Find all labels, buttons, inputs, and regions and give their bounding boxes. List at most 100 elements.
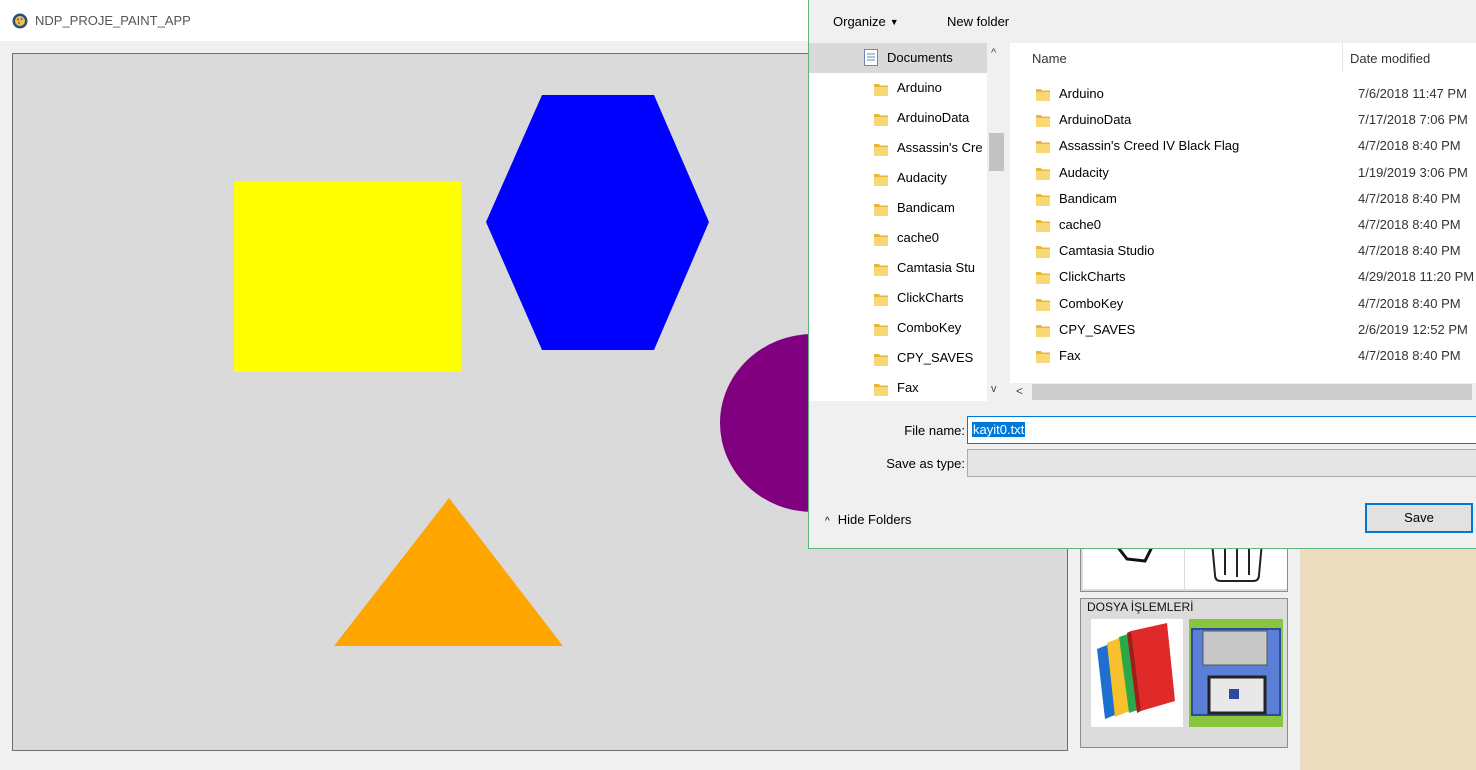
dialog-toolbar: Organize ▼ New folder — [809, 0, 1476, 43]
nav-item[interactable]: ComboKey — [809, 313, 987, 343]
file-name-input[interactable]: kayit0.txt — [967, 416, 1476, 444]
file-date-modified: 1/19/2019 3:06 PM — [1358, 164, 1468, 180]
nav-item[interactable]: Camtasia Stu — [809, 253, 987, 283]
nav-item[interactable]: Assassin's Cre — [809, 133, 987, 163]
file-row[interactable]: Camtasia Studio 4/7/2018 8:40 PM — [1010, 238, 1476, 264]
app-title: NDP_PROJE_PAINT_APP — [35, 13, 191, 28]
floppy-disk-icon — [1191, 628, 1281, 716]
chevron-up-icon[interactable]: ^ — [991, 47, 996, 59]
file-row[interactable]: ComboKey 4/7/2018 8:40 PM — [1010, 291, 1476, 317]
file-operations-title: DOSYA İŞLEMLERİ — [1087, 600, 1194, 614]
folder-icon — [874, 174, 888, 186]
nav-item-label: Fax — [897, 380, 919, 395]
chevron-down-icon[interactable]: v — [991, 383, 997, 395]
nav-item[interactable]: CPY_SAVES — [809, 343, 987, 373]
file-row[interactable]: ArduinoData 7/17/2018 7:06 PM — [1010, 107, 1476, 133]
nav-item[interactable]: ArduinoData — [809, 103, 987, 133]
folder-icon — [874, 294, 888, 306]
file-date-modified: 4/7/2018 8:40 PM — [1358, 295, 1461, 311]
hide-folders-button[interactable]: ^ Hide Folders — [825, 512, 911, 527]
file-date-modified: 7/17/2018 7:06 PM — [1358, 112, 1468, 128]
column-header-date-modified[interactable]: Date modified — [1350, 51, 1430, 81]
folder-icon — [874, 114, 888, 126]
folder-icon — [874, 234, 888, 246]
file-name: ArduinoData — [1059, 112, 1132, 128]
sort-ascending-icon: ^ — [1183, 43, 1189, 49]
file-date-modified: 4/7/2018 8:40 PM — [1358, 217, 1461, 232]
save-as-type-select[interactable] — [967, 449, 1476, 477]
file-name: CPY_SAVES — [1059, 321, 1136, 337]
folder-icon — [1036, 220, 1050, 232]
orange-triangle-shape[interactable] — [334, 498, 563, 646]
folder-icon — [1036, 193, 1050, 206]
nav-item-label: CPY_SAVES — [897, 350, 974, 365]
nav-scrollbar[interactable]: ^ v — [987, 43, 1006, 401]
file-row[interactable]: ClickCharts 4/29/2018 11:20 PM — [1010, 264, 1476, 290]
file-name-value: kayit0.txt — [972, 422, 1026, 437]
nav-item[interactable]: Fax — [809, 373, 987, 401]
folder-icon — [1036, 246, 1050, 259]
nav-item-label: Documents — [887, 50, 953, 65]
folder-icon — [1036, 167, 1050, 180]
file-list-horizontal-scrollbar[interactable]: < — [1010, 383, 1476, 401]
file-name-row: File name: kayit0.txt — [809, 416, 1476, 444]
nav-item[interactable]: Bandicam — [809, 193, 987, 223]
nav-item-label: ArduinoData — [897, 110, 970, 125]
nav-item-label: Camtasia Stu — [897, 260, 976, 275]
navigation-pane: Documents Arduino ArduinoData Assassin's C… — [809, 43, 1006, 401]
yellow-rectangle-shape[interactable] — [234, 181, 461, 372]
file-name: Fax — [1059, 348, 1081, 363]
file-date-modified: 7/6/2018 11:47 PM — [1358, 86, 1467, 101]
new-folder-button[interactable]: New folder — [947, 14, 1009, 29]
file-row[interactable]: Bandicam 4/7/2018 8:40 PM — [1010, 186, 1476, 212]
column-divider[interactable] — [1342, 43, 1343, 73]
save-button[interactable]: Save — [1365, 503, 1473, 533]
file-row[interactable]: Arduino 7/6/2018 11:47 PM — [1010, 81, 1476, 107]
chevron-up-icon: ^ — [825, 516, 830, 527]
nav-item[interactable]: cache0 — [809, 223, 987, 253]
open-file-button[interactable] — [1091, 619, 1183, 727]
file-row[interactable]: cache0 4/7/2018 8:40 PM — [1010, 212, 1476, 238]
folder-icon — [874, 354, 888, 366]
folder-icon — [874, 204, 888, 216]
file-date-modified: 4/29/2018 11:20 PM — [1358, 269, 1475, 285]
file-row[interactable]: CPY_SAVES 2/6/2019 12:52 PM — [1010, 317, 1476, 343]
hide-folders-label: Hide Folders — [837, 512, 912, 527]
blue-hexagon-shape[interactable] — [486, 95, 709, 350]
folder-icon — [874, 324, 888, 336]
open-folders-icon — [1097, 623, 1175, 719]
documents-icon — [864, 49, 878, 66]
save-file-button[interactable] — [1189, 619, 1283, 727]
file-date-modified: 2/6/2019 12:52 PM — [1358, 321, 1468, 337]
nav-item-label: Audacity — [897, 170, 947, 185]
app-logo-icon — [12, 13, 28, 29]
file-operations-group: DOSYA İŞLEMLERİ — [1080, 598, 1288, 748]
organize-menu-button[interactable]: Organize ▼ — [833, 14, 899, 29]
nav-item[interactable]: Arduino — [809, 73, 987, 103]
folder-icon — [874, 84, 888, 96]
nav-item-documents[interactable]: Documents — [809, 43, 987, 73]
save-as-dialog: Organize ▼ New folder Documents Arduino Ar… — [808, 0, 1476, 549]
folder-icon — [1036, 89, 1050, 101]
folder-icon — [874, 264, 888, 276]
file-row[interactable]: Fax 4/7/2018 8:40 PM — [1010, 343, 1476, 369]
save-as-type-label: Save as type: — [886, 456, 965, 471]
file-name: Assassin's Creed IV Black Flag — [1059, 138, 1240, 154]
chevron-left-icon[interactable]: < — [1016, 384, 1023, 398]
column-header-name[interactable]: Name — [1032, 51, 1067, 81]
nav-item-label: Bandicam — [897, 200, 955, 215]
nav-scroll-thumb[interactable] — [989, 133, 1004, 171]
file-date-modified: 4/7/2018 8:40 PM — [1358, 243, 1461, 259]
file-row[interactable]: Audacity 1/19/2019 3:06 PM — [1010, 160, 1476, 186]
folder-icon — [874, 384, 888, 396]
folder-icon — [1036, 141, 1050, 154]
file-name: ComboKey — [1059, 295, 1124, 311]
file-name: cache0 — [1059, 217, 1101, 232]
save-as-type-row: Save as type: — [809, 449, 1476, 477]
file-date-modified: 4/7/2018 8:40 PM — [1358, 138, 1461, 154]
nav-item[interactable]: Audacity — [809, 163, 987, 193]
nav-item[interactable]: ClickCharts — [809, 283, 987, 313]
file-row[interactable]: Assassin's Creed IV Black Flag 4/7/2018 8… — [1010, 133, 1476, 159]
horizontal-scroll-thumb[interactable] — [1032, 384, 1472, 400]
folder-icon — [1036, 115, 1050, 128]
